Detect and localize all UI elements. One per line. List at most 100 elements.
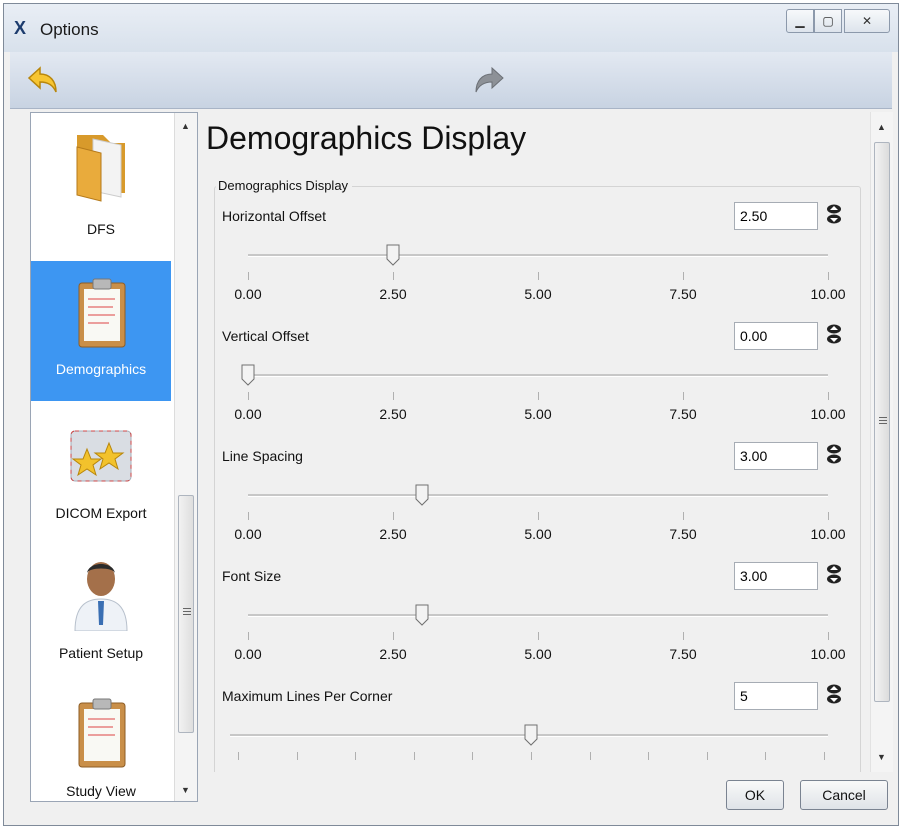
slider-tick: [393, 272, 394, 280]
slider-thumb[interactable]: [415, 604, 429, 626]
value-input[interactable]: 3.00: [734, 562, 818, 590]
slider-tick-label: 0.00: [234, 526, 262, 542]
window-title: Options: [40, 20, 99, 39]
slider-tick: [413, 752, 415, 760]
slider-tick-label: 0.00: [234, 286, 262, 302]
value-input[interactable]: 2.50: [734, 202, 818, 230]
slider-tick: [393, 392, 394, 400]
slider-tick: [538, 512, 539, 520]
slider-thumb[interactable]: [415, 484, 429, 506]
settings-scroll-thumb[interactable]: [874, 142, 890, 702]
title-bar[interactable]: X Options ▁ ▢ ✕: [4, 4, 898, 52]
settings-panel: Demographics Display Demographics Displa…: [206, 112, 888, 772]
value-slider[interactable]: 0.00 2.50 5.00 7.50 10.00: [230, 472, 846, 542]
slider-tick-label: 10.00: [810, 526, 846, 542]
window-controls: ▁ ▢ ✕: [786, 9, 890, 33]
value-slider[interactable]: 0.00 2.50 5.00 7.50 10.00: [230, 352, 846, 422]
value-input[interactable]: 5: [734, 682, 818, 710]
slider-tick: [824, 752, 825, 760]
nav-item-label: DICOM Export: [55, 505, 147, 521]
setting-label: Font Size: [222, 568, 282, 584]
slider-tick: [828, 392, 829, 400]
slider-thumb[interactable]: [241, 364, 255, 386]
grip-line: [879, 417, 887, 418]
category-scrollbar[interactable]: ▲ ▼: [174, 113, 197, 801]
slider-tick-label: 0.00: [234, 406, 262, 422]
slider-track: [248, 254, 828, 257]
slider-tick-label: 5.00: [524, 646, 552, 662]
spinner-arrows-icon[interactable]: [826, 204, 842, 224]
nav-item-label: Patient Setup: [58, 645, 144, 661]
maximize-button[interactable]: ▢: [814, 9, 842, 33]
ok-button[interactable]: OK: [726, 780, 784, 810]
value-slider[interactable]: 0.00 2.50 5.00 7.50 10.00: [230, 592, 846, 662]
value-slider[interactable]: 0.00 2.50 5.00 7.50 10.00: [230, 232, 846, 302]
slider-track: [248, 614, 828, 617]
slider-tick: [538, 272, 539, 280]
maximize-icon: ▢: [822, 14, 834, 28]
slider-tick-label: 10.00: [810, 646, 846, 662]
slider-tick: [393, 632, 394, 640]
slider-tick-label: 7.50: [669, 286, 697, 302]
scroll-up-icon[interactable]: ▲: [877, 122, 886, 132]
folder-icon: [76, 135, 125, 202]
spinner-arrows-icon[interactable]: [826, 564, 842, 584]
close-button[interactable]: ✕: [844, 9, 890, 33]
setting-label: Vertical Offset: [222, 328, 309, 344]
scroll-down-icon[interactable]: ▼: [181, 785, 190, 795]
close-icon: ✕: [861, 14, 873, 28]
nav-item-demographics[interactable]: Demographics: [31, 261, 171, 401]
value-input[interactable]: 3.00: [734, 442, 818, 470]
grip-line: [183, 608, 191, 609]
minimize-button[interactable]: ▁: [786, 9, 814, 33]
nav-item-dfs[interactable]: DFS: [31, 113, 171, 253]
value-input[interactable]: 0.00: [734, 322, 818, 350]
scroll-up-icon[interactable]: ▲: [181, 121, 190, 131]
slider-thumb[interactable]: [386, 244, 400, 266]
slider-tick: [589, 752, 591, 760]
slider-tick-label: 7.50: [669, 406, 697, 422]
forward-arrow-icon[interactable]: [470, 64, 506, 96]
setting-label: Maximum Lines Per Corner: [222, 688, 393, 704]
slider-thumb[interactable]: [524, 724, 538, 746]
category-list[interactable]: DFS Demographics DICOM Export Patient Se…: [30, 112, 198, 802]
category-scroll-thumb[interactable]: [178, 495, 194, 733]
spinner-arrows-icon[interactable]: [826, 684, 842, 704]
nav-item-patient-setup[interactable]: Patient Setup: [31, 541, 171, 681]
slider-tick: [828, 512, 829, 520]
slider-tick: [248, 392, 249, 400]
cancel-button[interactable]: Cancel: [800, 780, 888, 810]
back-arrow-icon[interactable]: [26, 62, 62, 98]
setting-label: Horizontal Offset: [222, 208, 327, 224]
slider-tick-label: 2.50: [379, 286, 407, 302]
slider-tick-label: 5.00: [524, 286, 552, 302]
slider-tick-label: 7.50: [669, 646, 697, 662]
slider-tick: [683, 512, 684, 520]
nav-item-dicom-export[interactable]: DICOM Export: [31, 401, 171, 541]
settings-scrollbar[interactable]: ▲ ▼: [870, 112, 893, 772]
slider-tick: [248, 272, 249, 280]
slider-tick-label: 7.50: [669, 526, 697, 542]
nav-item-study-view[interactable]: Study View: [31, 681, 171, 801]
slider-tick-label: 5.00: [524, 406, 552, 422]
nav-item-label: Demographics: [55, 361, 147, 377]
clipboard-icon: [78, 278, 126, 348]
spinner-arrows-icon[interactable]: [826, 324, 842, 344]
spinner-arrows-icon[interactable]: [826, 444, 842, 464]
stars-envelope-icon: [70, 430, 132, 482]
slider-tick-label: 2.50: [379, 646, 407, 662]
slider-tick: [683, 632, 684, 640]
slider-tick: [531, 752, 532, 760]
nav-item-label: DFS: [87, 221, 115, 237]
page-title: Demographics Display: [206, 120, 527, 156]
slider-tick: [472, 752, 474, 760]
value-slider[interactable]: [230, 712, 828, 772]
slider-tick: [355, 752, 357, 760]
slider-tick: [248, 632, 249, 640]
slider-tick: [538, 392, 539, 400]
slider-tick-label: 10.00: [810, 406, 846, 422]
grip-line: [879, 423, 887, 424]
slider-tick: [538, 632, 539, 640]
slider-tick: [706, 752, 708, 760]
scroll-down-icon[interactable]: ▼: [877, 752, 886, 762]
